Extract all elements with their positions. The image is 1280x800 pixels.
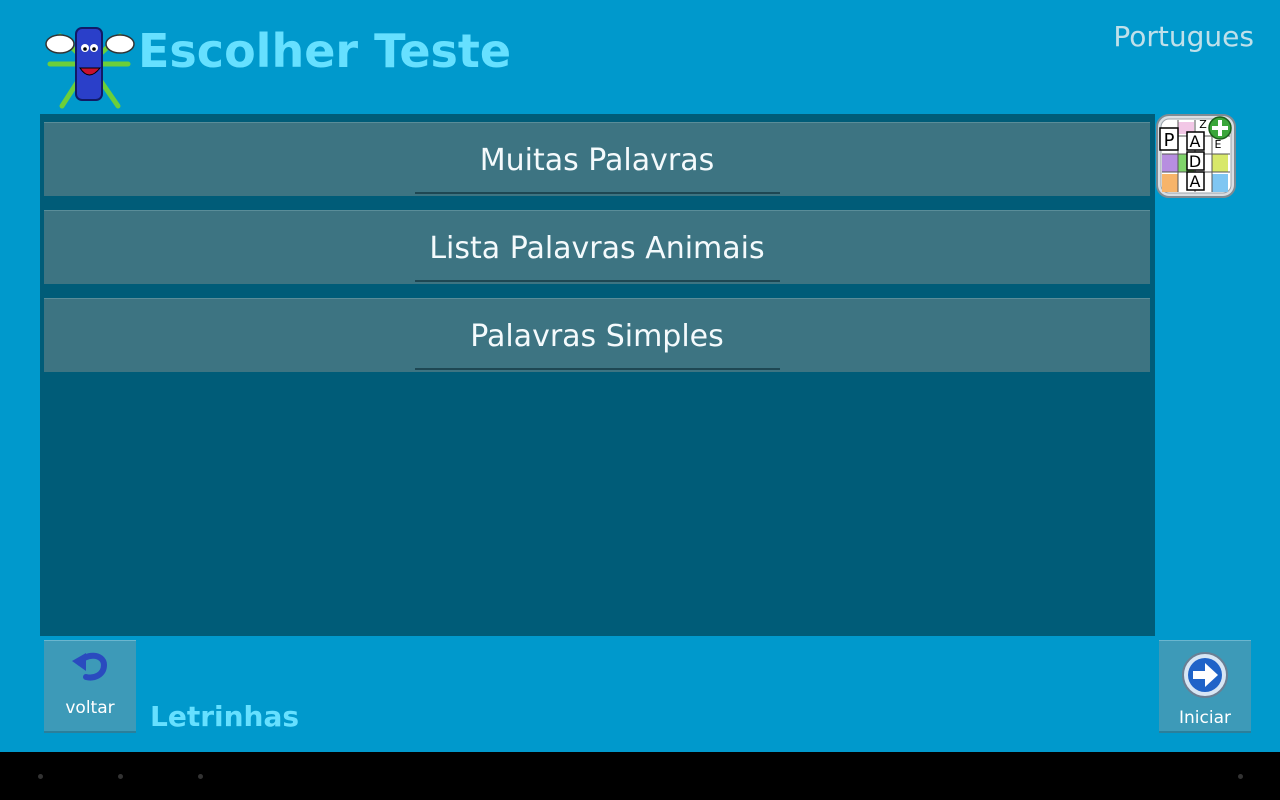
back-button[interactable]: voltar — [44, 640, 136, 731]
nav-back-icon[interactable] — [38, 774, 43, 779]
undo-arrow-icon — [70, 649, 110, 683]
app-name: Letrinhas — [150, 700, 300, 733]
test-item-lista-palavras-animais[interactable]: Lista Palavras Animais — [44, 210, 1150, 284]
test-item-palavras-simples[interactable]: Palavras Simples — [44, 298, 1150, 372]
arrow-right-circle-icon — [1181, 651, 1229, 699]
language-selector[interactable]: Portugues — [1113, 20, 1254, 53]
test-item-label: Muitas Palavras — [479, 143, 715, 178]
word-puzzle-icon[interactable]: P A D A Z E — [1156, 114, 1236, 198]
mascot-logo-icon — [40, 16, 138, 112]
item-underline — [415, 368, 780, 370]
back-button-label: voltar — [65, 698, 115, 718]
app-screen: Escolher Teste Portugues Muitas Palavras… — [0, 0, 1280, 752]
system-nav-bar — [0, 752, 1280, 800]
test-item-label: Palavras Simples — [470, 319, 724, 354]
puzzle-letter: A — [1190, 132, 1201, 151]
test-item-label: Lista Palavras Animais — [429, 231, 765, 266]
page-title: Escolher Teste — [138, 24, 512, 78]
item-underline — [415, 192, 780, 194]
test-item-muitas-palavras[interactable]: Muitas Palavras — [44, 122, 1150, 196]
nav-recents-icon[interactable] — [198, 774, 203, 779]
puzzle-letter: E — [1215, 138, 1222, 151]
puzzle-letter: P — [1164, 130, 1175, 151]
puzzle-letter: A — [1190, 172, 1201, 191]
nav-menu-icon[interactable] — [1238, 774, 1243, 779]
puzzle-letter: D — [1189, 152, 1201, 171]
start-button-label: Iniciar — [1179, 708, 1231, 728]
start-button[interactable]: Iniciar — [1159, 640, 1251, 731]
test-list: Muitas Palavras Lista Palavras Animais P… — [40, 114, 1155, 636]
item-underline — [415, 280, 780, 282]
puzzle-letter: Z — [1199, 118, 1207, 131]
nav-home-icon[interactable] — [118, 774, 123, 779]
